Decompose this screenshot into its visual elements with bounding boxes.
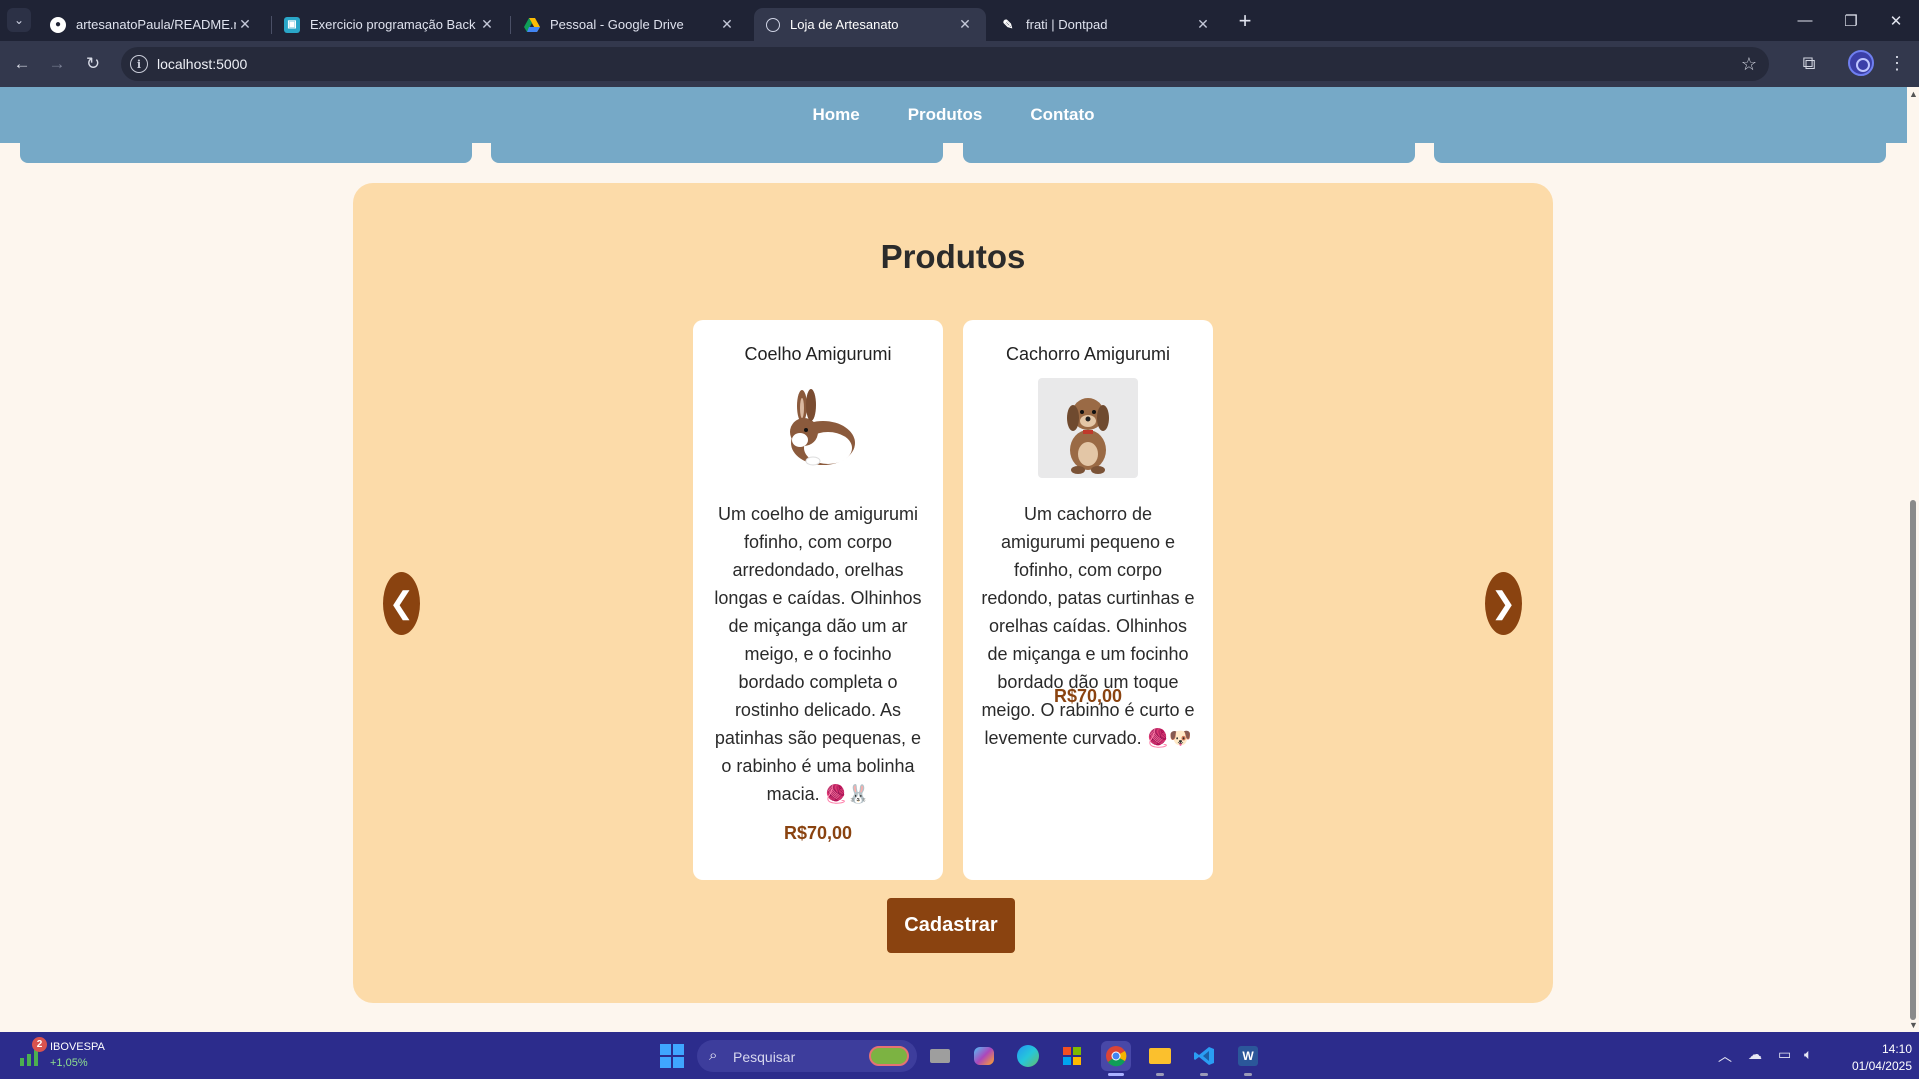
globe-icon [766, 17, 780, 32]
onedrive-icon[interactable]: ☁ [1748, 1046, 1762, 1063]
product-price: R$70,00 [1053, 686, 1123, 706]
search-highlight-icon [869, 1046, 909, 1066]
close-icon[interactable]: ✕ [236, 16, 254, 33]
scroll-down-icon[interactable]: ▼ [1909, 1020, 1918, 1030]
cadastrar-button[interactable]: Cadastrar [887, 898, 1015, 953]
tab-search-button[interactable]: ⌄ [7, 8, 31, 32]
windows-start-icon[interactable] [660, 1044, 684, 1068]
carousel-prev-button[interactable]: ❮ [383, 572, 420, 635]
reload-button[interactable]: ↻ [79, 50, 107, 78]
tab-loja-artesanato[interactable]: Loja de Artesanato ✕ [754, 8, 986, 41]
page-viewport: Home Produtos Contato Produtos ❮ ❯ Coelh… [0, 87, 1907, 1032]
tab-google-drive[interactable]: Pessoal - Google Drive ✕ [512, 8, 748, 41]
browser-menu-icon[interactable]: ⋮ [1884, 50, 1910, 76]
tab-title: artesanatoPaula/README.md at [76, 17, 236, 32]
forward-button[interactable]: → [43, 50, 71, 78]
github-icon: ● [50, 16, 66, 33]
page-scrollbar[interactable]: ▲ ▼ [1907, 87, 1919, 1032]
product-image-coelho [768, 378, 868, 478]
product-card: Cachorro Amigurumi Um cachorro de amigur… [963, 320, 1213, 880]
bookmark-star-icon[interactable]: ☆ [1737, 52, 1761, 76]
tab-classroom[interactable]: ▣ Exercicio programação Back End ✕ [272, 8, 508, 41]
url-text[interactable]: localhost:5000 [157, 56, 247, 72]
site-info-icon[interactable]: i [130, 55, 148, 73]
stock-widget[interactable]: 2 IBOVESPA +1,05% [16, 1037, 126, 1072]
active-app-indicator [1108, 1073, 1124, 1076]
classroom-icon: ▣ [284, 16, 300, 33]
app-indicator [1156, 1073, 1164, 1076]
tab-github[interactable]: ● artesanatoPaula/README.md at ✕ [38, 8, 266, 41]
google-drive-icon [524, 17, 540, 33]
minimize-button[interactable]: — [1782, 0, 1828, 41]
nav-produtos[interactable]: Produtos [908, 105, 983, 125]
edge-icon[interactable] [1013, 1041, 1043, 1071]
network-icon[interactable]: ▭ [1778, 1046, 1791, 1063]
store-icon[interactable] [1057, 1041, 1087, 1071]
restore-button[interactable]: ❐ [1828, 0, 1874, 41]
copilot-icon[interactable] [969, 1041, 999, 1071]
carousel-next-button[interactable]: ❯ [1485, 572, 1522, 635]
section-title: Produtos [880, 238, 1026, 275]
search-icon: ⌕ [709, 1047, 718, 1064]
scroll-thumb[interactable] [1910, 500, 1916, 1020]
search-placeholder: Pesquisar [733, 1049, 796, 1065]
product-price: R$70,00 [783, 823, 853, 843]
close-icon[interactable]: ✕ [478, 16, 496, 33]
site-navbar: Home Produtos Contato [0, 87, 1907, 143]
browser-tab-strip: ⌄ ● artesanatoPaula/README.md at ✕ ▣ Exe… [0, 0, 1919, 41]
app-indicator [1244, 1073, 1252, 1076]
tab-dontpad[interactable]: ✎ frati | Dontpad ✕ [988, 8, 1224, 41]
product-description: Um coelho de amigurumi fofinho, com corp… [714, 504, 922, 804]
new-tab-button[interactable]: + [1232, 8, 1258, 34]
task-view-icon[interactable] [925, 1041, 955, 1071]
chrome-icon[interactable] [1101, 1041, 1131, 1071]
clock-time[interactable]: 14:10 [1872, 1042, 1912, 1056]
tab-title: Loja de Artesanato [790, 17, 899, 32]
notification-badge: 2 [32, 1037, 47, 1052]
widget-change: +1,05% [50, 1057, 88, 1069]
product-image-cachorro [1038, 378, 1138, 478]
app-indicator [1200, 1073, 1208, 1076]
vscode-icon[interactable] [1189, 1041, 1219, 1071]
back-button[interactable]: ← [8, 50, 36, 78]
close-icon[interactable]: ✕ [1194, 16, 1212, 33]
product-name: Cachorro Amigurumi [1005, 344, 1171, 364]
tab-title: Exercicio programação Back End [310, 17, 478, 32]
scroll-up-icon[interactable]: ▲ [1909, 89, 1918, 99]
close-window-button[interactable]: ✕ [1873, 0, 1919, 41]
dontpad-icon: ✎ [1002, 16, 1014, 32]
tray-chevron-up-icon[interactable]: ︿ [1718, 1046, 1732, 1066]
file-explorer-icon[interactable] [1145, 1041, 1175, 1071]
windows-taskbar: 2 IBOVESPA +1,05% ⌕ Pesquisar W ︿ ☁ ▭ 🔈︎… [0, 1032, 1919, 1079]
close-icon[interactable]: ✕ [718, 16, 736, 33]
extensions-icon[interactable]: ⧉ [1796, 50, 1822, 76]
tab-separator [510, 16, 511, 34]
nav-home[interactable]: Home [812, 105, 859, 125]
produtos-section: Produtos ❮ ❯ Coelho Amigurumi Um coelho … [353, 183, 1553, 1003]
product-name: Coelho Amigurumi [744, 344, 892, 364]
clock-date[interactable]: 01/04/2025 [1836, 1059, 1912, 1073]
profile-avatar[interactable] [1848, 50, 1874, 76]
widget-title: IBOVESPA [50, 1041, 105, 1053]
product-description: Um cachorro de amigurumi pequeno e fofin… [981, 504, 1195, 748]
tab-title: Pessoal - Google Drive [550, 17, 684, 32]
close-icon[interactable]: ✕ [956, 16, 974, 33]
nav-contato[interactable]: Contato [1030, 105, 1094, 125]
word-icon[interactable]: W [1233, 1041, 1263, 1071]
product-card: Coelho Amigurumi Um coelho de amigurumi … [693, 320, 943, 880]
taskbar-search[interactable]: ⌕ Pesquisar [697, 1040, 917, 1072]
address-bar[interactable]: i localhost:5000 ☆ [121, 47, 1769, 81]
browser-toolbar: ← → ↻ i localhost:5000 ☆ [0, 41, 1919, 87]
tab-title: frati | Dontpad [1026, 17, 1108, 32]
volume-icon[interactable]: 🔈︎ [1804, 1046, 1812, 1063]
